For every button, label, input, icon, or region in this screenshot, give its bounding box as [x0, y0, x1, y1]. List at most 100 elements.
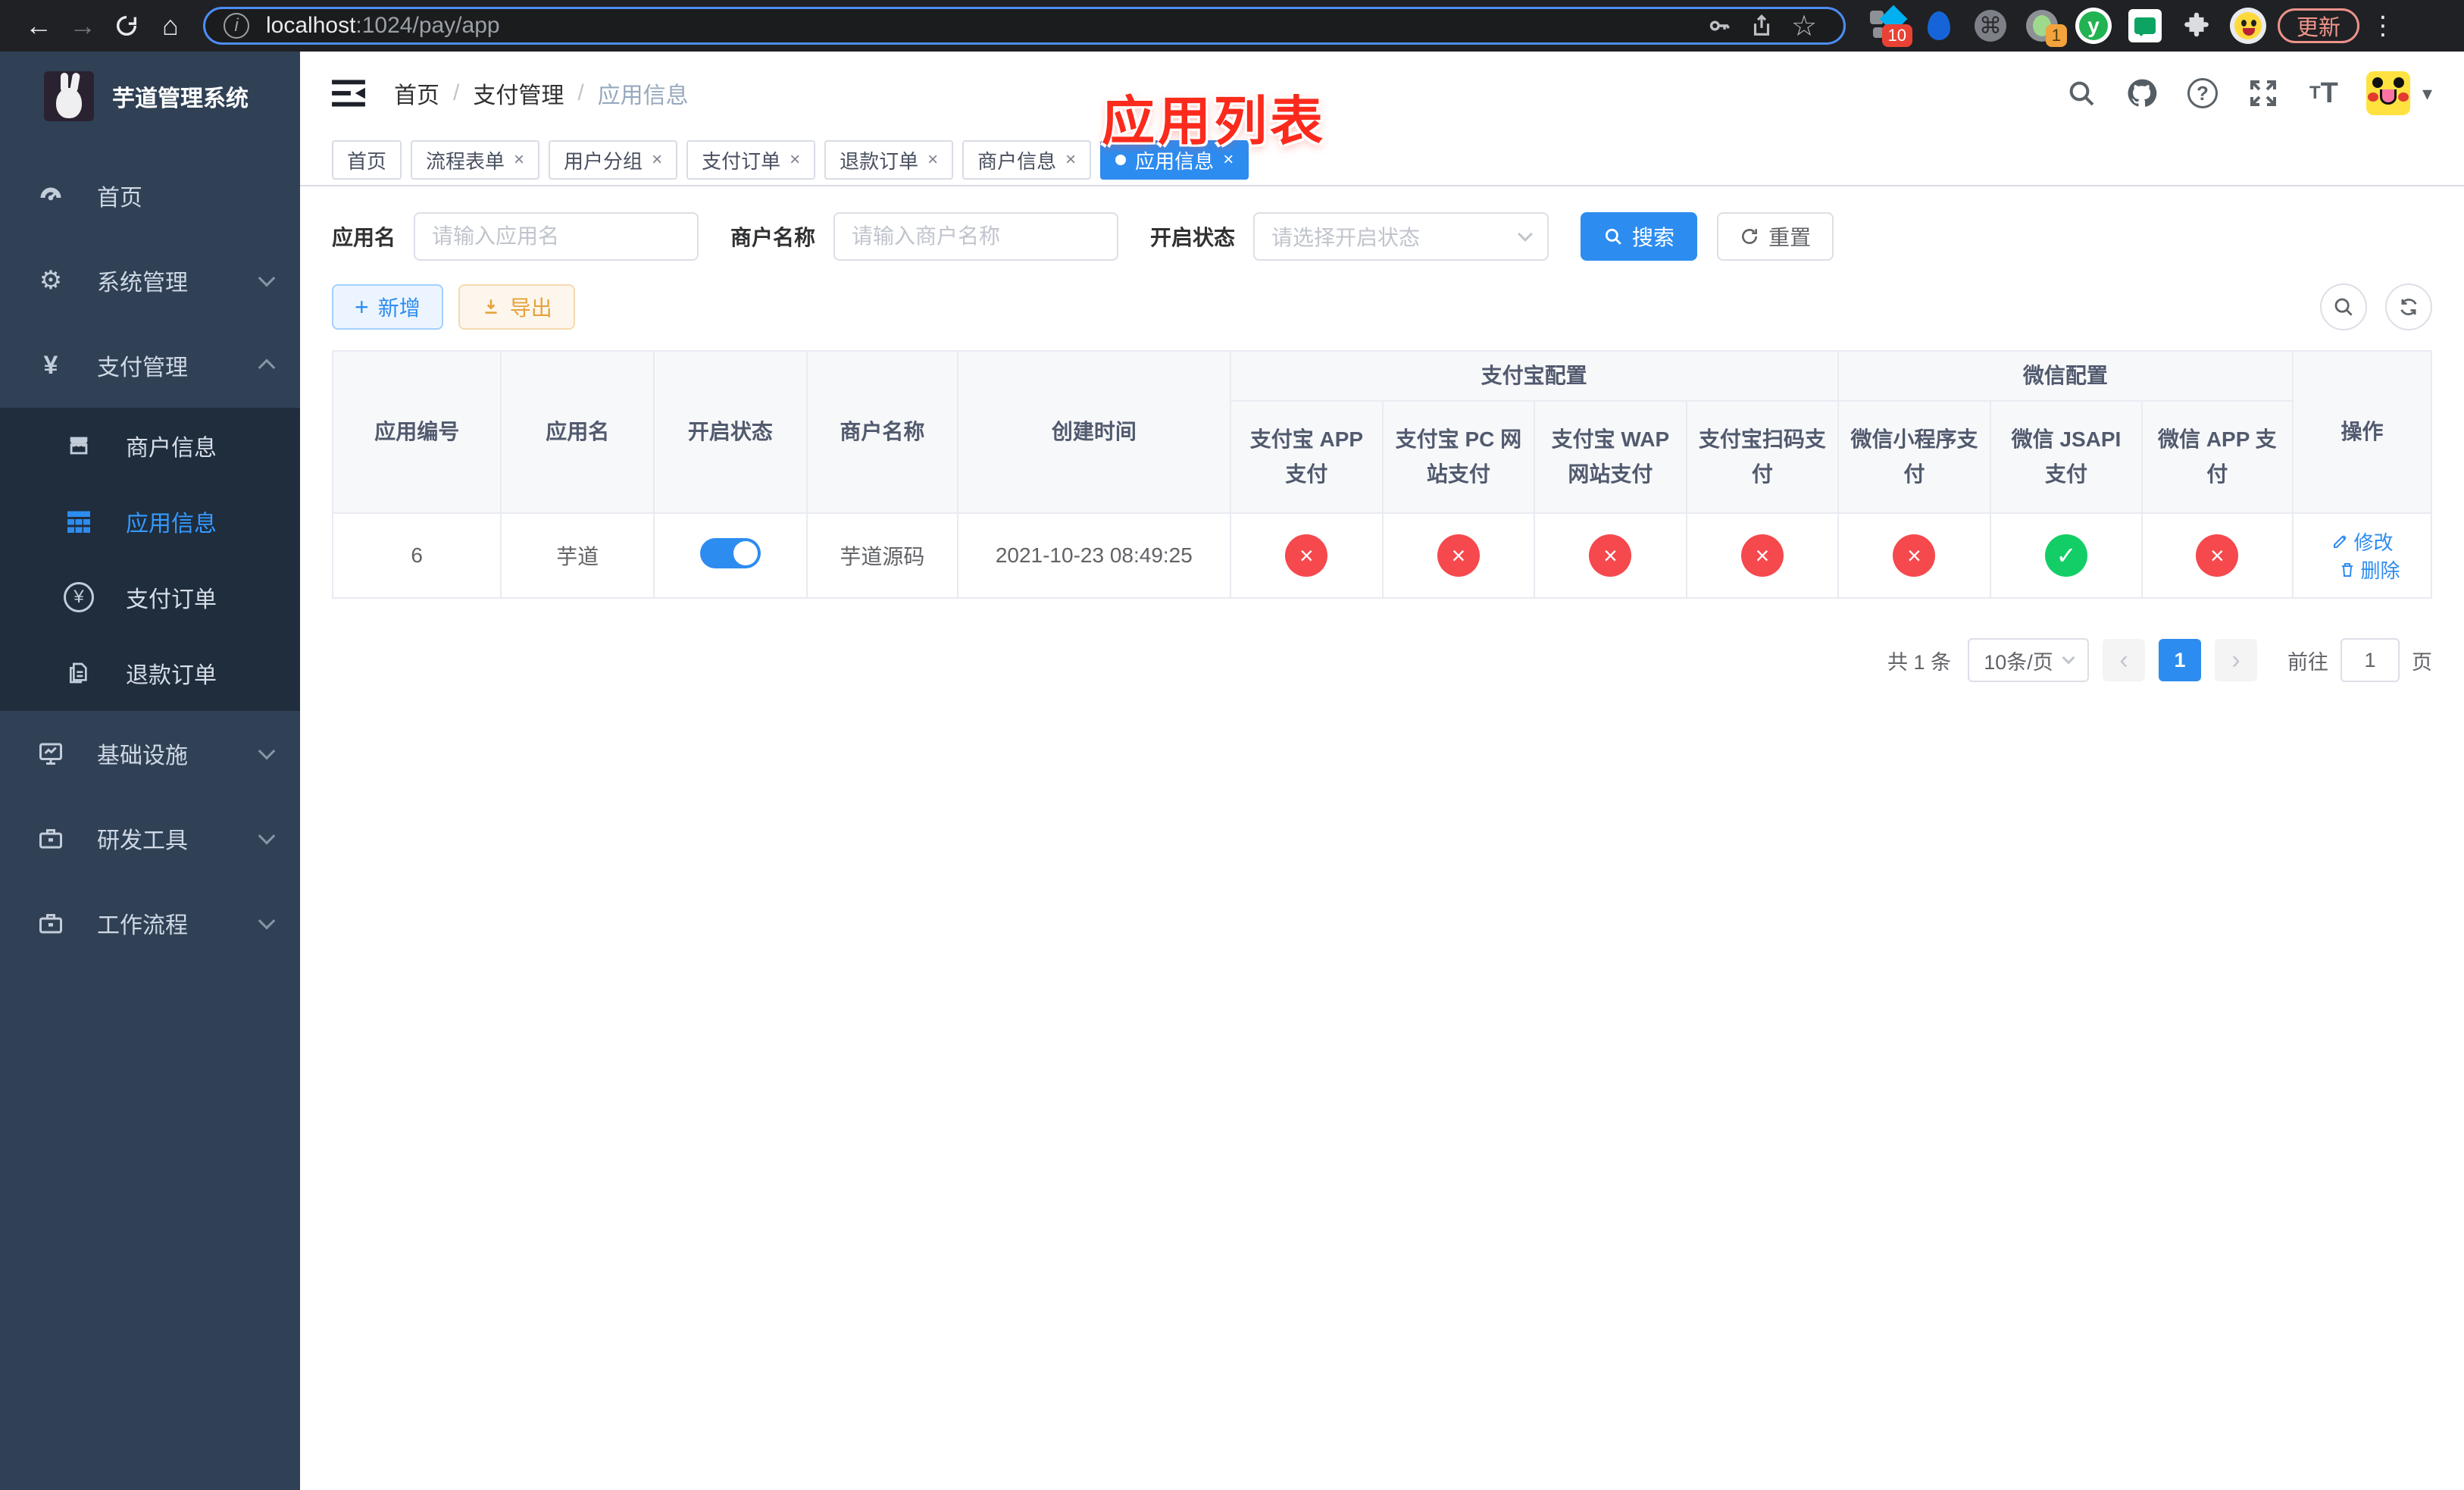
reset-button-label: 重置: [1768, 226, 1812, 249]
address-bar[interactable]: i localhost:1024/pay/app ☆: [203, 7, 1846, 45]
site-info-icon[interactable]: i: [224, 13, 249, 39]
breadcrumb-home[interactable]: 首页: [394, 77, 439, 110]
col-alipay-wap: 支付宝 WAP 网站支付: [1533, 400, 1688, 514]
extension-y-icon[interactable]: y: [2072, 5, 2115, 47]
extension-badge: 10: [1881, 24, 1912, 47]
col-alipay-pc: 支付宝 PC 网站支付: [1382, 400, 1535, 514]
extension-diamond-icon[interactable]: 10: [1865, 5, 1912, 47]
header-search-icon[interactable]: [2063, 75, 2100, 111]
extensions-area: 10 ⌘ 1 y: [1865, 5, 2270, 47]
breadcrumb-separator: /: [577, 80, 584, 105]
sidebar: 芋道管理系统 首页 ⚙ 系统管理 ¥ 支付管理 商户信息 应用信息 ¥ 支付订单…: [0, 52, 300, 1490]
browser-home-icon[interactable]: ⌂: [149, 6, 192, 45]
gear-icon: ⚙: [39, 266, 63, 295]
user-avatar[interactable]: [2366, 71, 2410, 115]
browser-menu-icon[interactable]: ⋮: [2370, 11, 2396, 41]
tab-merchant-info[interactable]: 商户信息 ×: [962, 140, 1092, 180]
extension-circle-icon[interactable]: 1: [2020, 5, 2067, 47]
tab-user-group[interactable]: 用户分组 ×: [549, 140, 678, 180]
extension-balloon-icon[interactable]: [1917, 5, 1961, 47]
table-toolbar: + 新增 导出: [332, 283, 2432, 330]
sidebar-item-label: 商户信息: [126, 436, 217, 461]
goto-page-input[interactable]: [2340, 638, 2400, 682]
sidebar-fold-icon[interactable]: [332, 79, 365, 108]
col-merchant: 商户名称: [805, 350, 959, 514]
sidebar-item-merchant-info[interactable]: 商户信息: [0, 408, 300, 484]
sidebar-item-system[interactable]: ⚙ 系统管理: [0, 238, 300, 323]
add-button[interactable]: + 新增: [332, 284, 443, 330]
tab-label: 流程表单: [426, 149, 505, 173]
toggle-search-button[interactable]: [2320, 283, 2367, 330]
close-icon[interactable]: ×: [790, 149, 800, 171]
close-icon[interactable]: ×: [652, 149, 662, 171]
bookmark-star-icon[interactable]: ☆: [1783, 9, 1825, 43]
enabled-toggle[interactable]: [699, 537, 761, 568]
help-icon[interactable]: ?: [2184, 75, 2221, 111]
current-page-button[interactable]: 1: [2159, 639, 2201, 681]
password-key-icon[interactable]: [1698, 13, 1740, 39]
close-icon[interactable]: ×: [514, 149, 524, 171]
edit-link[interactable]: 修改: [2331, 527, 2394, 556]
app-name-input[interactable]: [414, 212, 699, 261]
extension-chat-icon[interactable]: [2123, 5, 2167, 47]
col-app-id: 应用编号: [331, 350, 502, 514]
sidebar-item-infrastructure[interactable]: 基础设施: [0, 711, 300, 796]
cell-merchant: 芋道源码: [805, 512, 959, 599]
browser-reload-icon[interactable]: [105, 6, 149, 45]
chrome-update-button[interactable]: 更新: [2278, 8, 2360, 43]
close-icon[interactable]: ×: [927, 149, 938, 171]
sidebar-item-refund-order[interactable]: 退款订单: [0, 635, 300, 711]
breadcrumb-payment[interactable]: 支付管理: [473, 77, 564, 110]
edit-link-label: 修改: [2353, 531, 2394, 554]
page-annotation: 应用列表: [1102, 92, 1326, 151]
prev-page-button[interactable]: ‹: [2103, 639, 2145, 681]
profile-avatar-icon[interactable]: [2226, 5, 2270, 47]
col-created: 创建时间: [957, 350, 1231, 514]
avatar-caret-icon[interactable]: ▾: [2422, 82, 2432, 105]
next-page-button[interactable]: ›: [2215, 639, 2257, 681]
col-alipay-qr: 支付宝扫码支付: [1686, 400, 1839, 514]
cell-app-id: 6: [331, 512, 502, 599]
tab-flow-form[interactable]: 流程表单 ×: [411, 140, 540, 180]
payment-submenu: 商户信息 应用信息 ¥ 支付订单 退款订单: [0, 408, 300, 711]
extensions-puzzle-icon[interactable]: [2175, 5, 2219, 47]
refresh-table-button[interactable]: [2385, 283, 2432, 330]
browser-forward-icon[interactable]: →: [61, 6, 105, 45]
status-select[interactable]: 请选择开启状态: [1253, 212, 1549, 261]
merchant-name-input[interactable]: [833, 212, 1119, 261]
wx-app-status-icon: ×: [2196, 534, 2239, 577]
pagination-total: 共 1 条: [1887, 650, 1951, 674]
browser-back-icon[interactable]: ←: [17, 6, 61, 45]
breadcrumb-separator: /: [453, 80, 460, 105]
tab-home[interactable]: 首页: [332, 140, 402, 180]
sidebar-item-payment[interactable]: ¥ 支付管理: [0, 323, 300, 408]
font-size-icon[interactable]: TT: [2306, 75, 2342, 111]
chevron-up-icon: [258, 358, 276, 377]
share-icon[interactable]: [1740, 13, 1783, 39]
fullscreen-icon[interactable]: [2245, 75, 2281, 111]
sidebar-item-workflow[interactable]: 工作流程: [0, 881, 300, 966]
sidebar-item-label: 支付管理: [97, 355, 188, 380]
wx-jsapi-status-icon: ✓: [2044, 534, 2087, 577]
tab-refund-order[interactable]: 退款订单 ×: [824, 140, 954, 180]
yen-icon: ¥: [43, 350, 58, 380]
sidebar-item-home[interactable]: 首页: [0, 153, 300, 238]
status-select-placeholder: 请选择开启状态: [1271, 226, 1421, 249]
sidebar-item-dev-tools[interactable]: 研发工具: [0, 796, 300, 881]
page-size-select[interactable]: 10条/页: [1968, 638, 2089, 682]
sidebar-item-pay-order[interactable]: ¥ 支付订单: [0, 559, 300, 635]
app-name-label: 应用名: [332, 226, 396, 249]
github-icon[interactable]: [2124, 75, 2160, 111]
sidebar-item-app-info[interactable]: 应用信息: [0, 484, 300, 559]
close-icon[interactable]: ×: [1065, 149, 1076, 171]
reset-button[interactable]: 重置: [1717, 212, 1834, 261]
tab-pay-order[interactable]: 支付订单 ×: [686, 140, 816, 180]
dashboard-icon: [33, 182, 68, 209]
search-button[interactable]: 搜索: [1581, 212, 1698, 261]
browser-toolbar: ← → ⌂ i localhost:1024/pay/app ☆ 10 ⌘ 1 …: [0, 0, 2464, 52]
alipay-wap-status-icon: ×: [1589, 534, 1632, 577]
delete-link[interactable]: 删除: [2338, 556, 2400, 584]
export-button[interactable]: 导出: [458, 284, 575, 330]
sidebar-logo-row[interactable]: 芋道管理系统: [0, 52, 300, 139]
extension-command-icon[interactable]: ⌘: [1968, 5, 2012, 47]
